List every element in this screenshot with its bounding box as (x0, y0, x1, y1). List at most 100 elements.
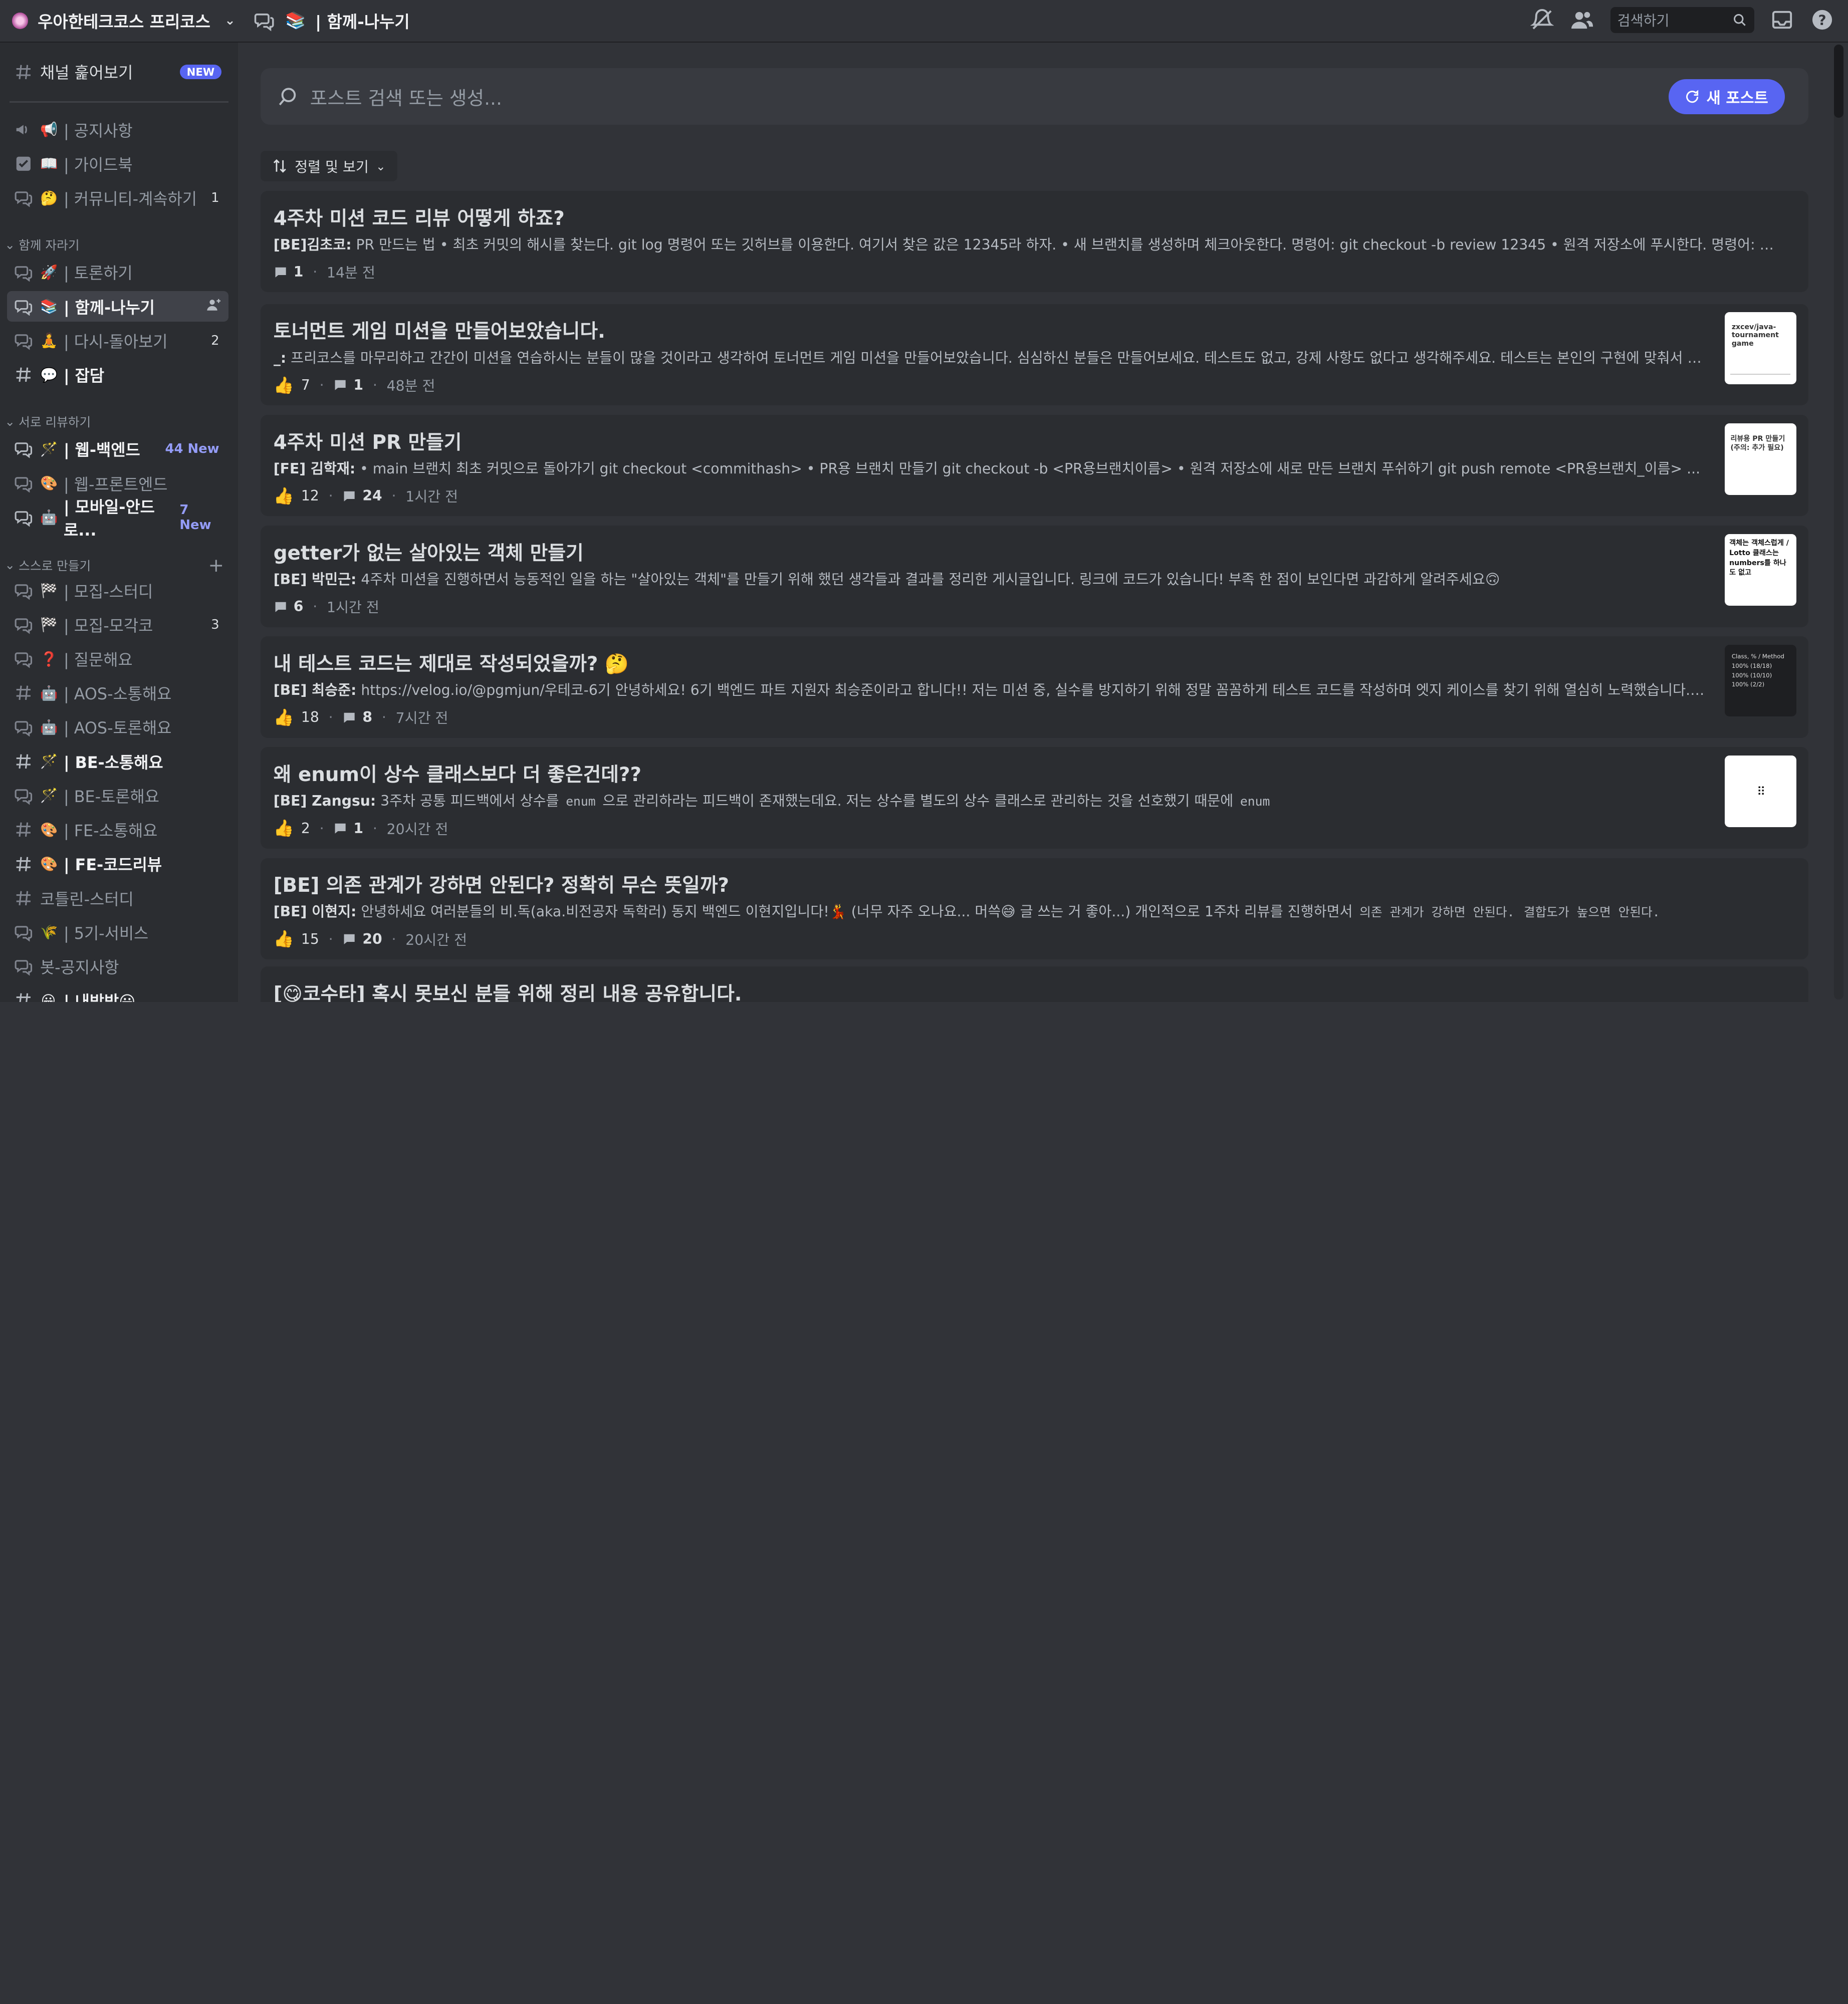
forum-icon (14, 649, 33, 668)
post-title[interactable]: 내 테스트 코드는 제대로 작성되었을까? 🤔 (274, 648, 629, 676)
channel-emoji: 🏁 (40, 616, 58, 633)
forum-post[interactable]: [BE] 의존 관계가 강하면 안된다? 정확히 무슨 뜻일까? [BE] 이현… (260, 858, 1808, 959)
category-build-yourself[interactable]: ⌄ 스스로 만들기 + (5, 554, 224, 576)
sidebar-item-chat[interactable]: 💬 | 잡담 (7, 360, 228, 390)
post-thumbnail[interactable]: Class, % / Method 100% (18/18) 100% (10/… (1724, 644, 1797, 717)
sidebar-item-be-talk[interactable]: 🪄 | BE-소통해요 (7, 746, 228, 777)
sidebar-item-fe-code-review[interactable]: 🎨 | FE-코드리뷰 (7, 849, 228, 879)
channel-emoji: 🤖 (40, 718, 58, 735)
new-count-badge: 44 New (165, 441, 219, 457)
comment-count-value: 20 (362, 930, 382, 947)
sidebar-item-community[interactable]: 🤔 | 커뮤니티-계속하기 1 (7, 183, 228, 213)
sidebar-item-mobile-android[interactable]: 🤖 | 모바일-안드로... 7 New (7, 498, 228, 540)
thumbs-up-icon: 👍 (273, 485, 294, 506)
post-thumbnail[interactable]: ⠿ (1724, 755, 1797, 828)
sidebar-item-questions[interactable]: ❓ | 질문해요 (7, 643, 228, 674)
comment-count: 1 (333, 820, 363, 837)
sidebar-item-kotlin-study[interactable]: 코틀린-스터디 (7, 883, 228, 913)
forum-post[interactable]: getter가 없는 살아있는 객체 만들기 [BE] 박민근: 4주차 미션을… (260, 526, 1808, 627)
inbox-icon[interactable] (1770, 8, 1794, 32)
post-thumbnail[interactable]: 객체는 객체스럽게 / Lotto 클래스는 numbers를 하나도 없고 (1724, 534, 1797, 606)
post-time: 48분 전 (386, 378, 435, 395)
post-time: 20시간 전 (386, 821, 448, 838)
reaction-thumbs-up[interactable]: 👍 12 (274, 486, 319, 506)
post-title[interactable]: 4주차 미션 PR 만들기 (274, 427, 462, 455)
sidebar-item-5th-service[interactable]: 🌾 | 5기-서비스 (7, 917, 228, 947)
top-search-input[interactable]: 검색하기 (1610, 7, 1754, 33)
sidebar-item-my-room[interactable]: 😀 | 내방방😀 (7, 985, 228, 1002)
comment-count: 24 (342, 487, 382, 504)
post-meta: 👍 18 · 8 · 7시간 전 (274, 707, 448, 727)
comment-icon (335, 823, 346, 834)
sidebar-item-be-discuss[interactable]: 🪄 | BE-토론해요 (7, 780, 228, 811)
forum-icon (14, 718, 33, 737)
top-search-placeholder: 검색하기 (1617, 13, 1670, 30)
create-channel-icon[interactable]: + (208, 554, 224, 576)
scrollbar-thumb[interactable] (1834, 45, 1844, 118)
sidebar-item-share-together[interactable]: 📚 | 함께-나누기 (7, 291, 229, 322)
post-title[interactable]: [😋코수타] 혹시 못보신 분들 위해 정리 내용 공유합니다. (274, 978, 742, 1002)
post-excerpt-text: https://velog.io/@pgmjun/우테코-6기 안녕하세요! 6… (361, 682, 1706, 699)
sidebar-item-look-back[interactable]: 🧘 | 다시-돌아보기 2 (7, 325, 228, 356)
reaction-thumbs-up[interactable]: 👍 18 (274, 707, 319, 727)
new-post-button[interactable]: 새 포스트 (1669, 79, 1785, 115)
sidebar-item-announcements[interactable]: 📢 | 공지사항 (7, 114, 228, 145)
post-title[interactable]: 4주차 미션 코드 리뷰 어떻게 하죠? (274, 203, 565, 231)
post-thumbnail[interactable]: zxcev/java-tournament game (1724, 312, 1797, 384)
post-title[interactable]: [BE] 의존 관계가 강하면 안된다? 정확히 무슨 뜻일까? (274, 870, 729, 898)
forum-post[interactable]: [😋코수타] 혹시 못보신 분들 위해 정리 내용 공유합니다. (260, 966, 1808, 1002)
comment-count: 8 (342, 709, 372, 725)
thumbnail-text: zxcev/java-tournament game (1731, 323, 1779, 348)
post-title[interactable]: 토너먼트 게임 미션을 만들어보았습니다. (274, 316, 605, 344)
sidebar-item-aos-discuss[interactable]: 🤖 | AOS-토론해요 (7, 712, 228, 742)
post-thumbnail[interactable]: 리뷰용 PR 만들기 (주의: 추가 필요) (1724, 423, 1797, 495)
mention-count: 1 (211, 190, 219, 206)
sort-view-button[interactable]: 정렬 및 보기 ⌄ (260, 151, 398, 182)
post-search-input[interactable]: 포스트 검색 또는 생성... 새 포스트 (260, 68, 1808, 125)
reaction-thumbs-up[interactable]: 👍 15 (274, 929, 319, 949)
category-review-each-other[interactable]: ⌄ 서로 리뷰하기 (5, 412, 224, 430)
sidebar-item-web-backend[interactable]: 🪄 | 웹-백엔드 44 New (7, 434, 228, 464)
comment-icon (344, 712, 355, 723)
forum-post[interactable]: 4주차 미션 PR 만들기 [FE] 김학재: • main 브랜치 최초 커밋… (260, 415, 1808, 517)
sidebar-item-label: | 질문해요 (63, 651, 133, 670)
hashtag-icon (14, 820, 33, 839)
sidebar-item-discussion[interactable]: 🚀 | 토론하기 (7, 257, 228, 288)
post-meta: 1 · 14분 전 (274, 262, 375, 282)
reaction-thumbs-up[interactable]: 👍 2 (274, 818, 310, 838)
sidebar-item-guidebook[interactable]: 📖 | 가이드북 (7, 148, 228, 179)
add-member-icon[interactable] (206, 297, 222, 316)
mute-notifications-icon[interactable] (1530, 8, 1554, 32)
forum-post[interactable]: 왜 enum이 상수 클래스보다 더 좋은건데?? [BE] Zangsu: 3… (260, 747, 1808, 849)
channel-emoji: 💬 (40, 366, 58, 383)
post-title[interactable]: getter가 없는 살아있는 객체 만들기 (274, 538, 584, 566)
post-title[interactable]: 왜 enum이 상수 클래스보다 더 좋은건데?? (274, 759, 641, 787)
forum-icon (14, 439, 33, 459)
sidebar-item-recruit-study[interactable]: 🏁 | 모집-스터디 (7, 575, 228, 606)
sidebar-item-browse-channels[interactable]: 채널 훑어보기 NEW (7, 57, 228, 87)
sidebar-item-recruit-mogakco[interactable]: 🏁 | 모집-모각코 3 (7, 609, 228, 640)
sidebar-item-aos-talk[interactable]: 🤖 | AOS-소통해요 (7, 678, 228, 708)
category-label: 함께 자라기 (19, 238, 80, 253)
post-author: [BE] Zangsu: (273, 793, 376, 810)
channel-emoji: 🧘 (40, 332, 58, 349)
sidebar-item-fe-talk[interactable]: 🎨 | FE-소통해요 (7, 815, 228, 845)
scrollbar-track[interactable] (1834, 45, 1844, 999)
forum-post[interactable]: 토너먼트 게임 미션을 만들어보았습니다. _: 프리코스를 마무리하고 간간이… (260, 304, 1808, 406)
post-meta: 6 · 1시간 전 (274, 596, 379, 617)
server-header[interactable]: 우아한테크코스 프리코스 ⌄ (0, 0, 238, 42)
sidebar-item-label: | 공지사항 (63, 122, 133, 140)
reaction-thumbs-up[interactable]: 👍 7 (274, 375, 310, 395)
forum-post[interactable]: 내 테스트 코드는 제대로 작성되었을까? 🤔 [BE] 최승준: https:… (260, 636, 1808, 738)
forum-icon (14, 188, 33, 208)
thumbnail-line (1730, 373, 1791, 375)
forum-post[interactable]: 4주차 미션 코드 리뷰 어떻게 하죠? [BE]김초코: PR 만드는 법 •… (260, 191, 1808, 293)
meta-separator: · (328, 930, 333, 947)
category-grow-together[interactable]: ⌄ 함께 자라기 (5, 235, 224, 254)
sidebar-item-bot-notice[interactable]: 봇-공지사항 (7, 951, 228, 981)
inline-code: enum (1238, 794, 1273, 809)
thumbs-up-icon: 👍 (273, 929, 294, 949)
member-list-icon[interactable] (1570, 8, 1594, 32)
help-icon[interactable]: ? (1810, 8, 1834, 32)
sidebar-item-label: | 모바일-안드로... (63, 498, 155, 540)
